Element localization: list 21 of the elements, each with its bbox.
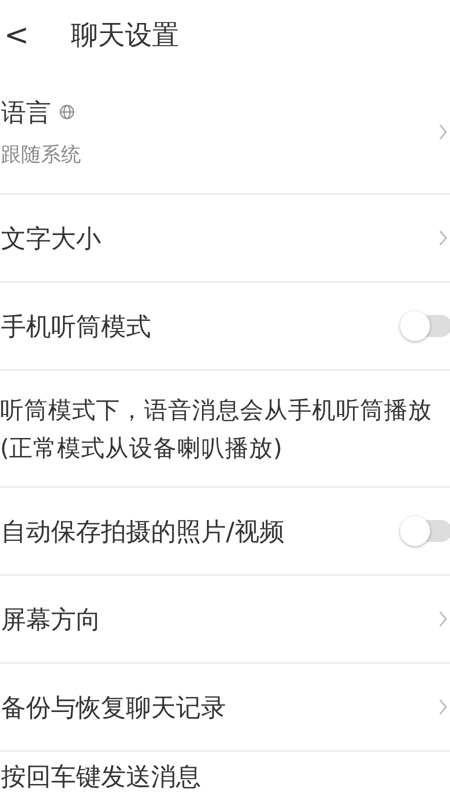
row-label: 屏幕方向 <box>1 604 101 636</box>
settings-row[interactable]: 文字大小 <box>0 195 450 283</box>
row-value: 跟随系统 <box>1 140 81 168</box>
settings-row[interactable]: 按回车键发送消息 <box>0 752 450 796</box>
page-title: 聊天设置 <box>71 19 180 53</box>
settings-row[interactable]: 语言 跟随系统 <box>0 70 450 195</box>
row-label: 语言 <box>1 96 51 128</box>
back-button[interactable]: < <box>0 18 34 52</box>
settings-row[interactable]: 屏幕方向 <box>0 576 450 664</box>
chevron-icon <box>438 610 448 628</box>
row-label: 自动保存拍摄的照片/视频 <box>1 516 284 548</box>
chevron-icon <box>438 229 448 247</box>
chevron-icon <box>438 122 448 140</box>
description-text: (正常模式从设备喇叭播放) <box>0 432 282 464</box>
row-label: 文字大小 <box>1 222 101 254</box>
row-label: 按回车键发送消息 <box>1 761 201 793</box>
settings-row[interactable]: 备份与恢复聊天记录 <box>0 664 450 752</box>
row-label: 备份与恢复聊天记录 <box>1 692 226 724</box>
description-text: 听筒模式下，语音消息会从手机听筒播放 <box>0 394 432 426</box>
chevron-icon <box>438 698 448 716</box>
row-label: 手机听筒模式 <box>1 310 151 342</box>
